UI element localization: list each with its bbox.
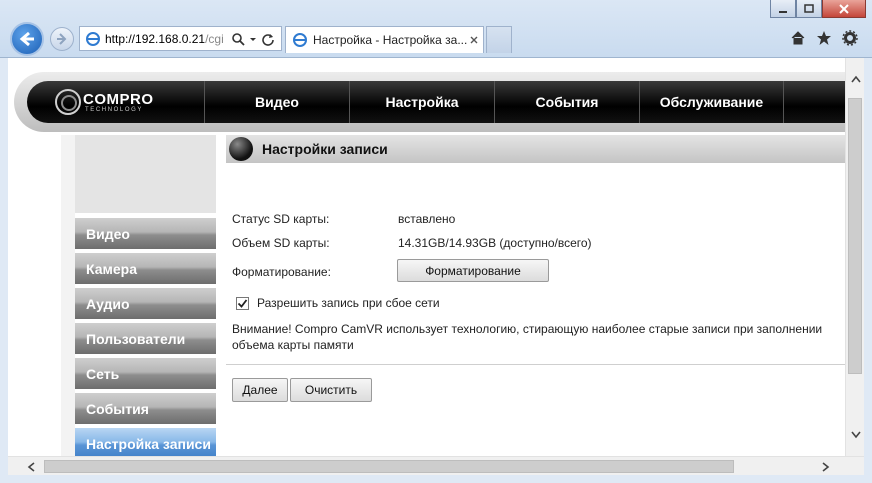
window-controls (770, 0, 866, 18)
logo-ring-icon (55, 89, 81, 115)
vertical-scroll-thumb[interactable] (848, 98, 862, 374)
minimize-icon (779, 10, 787, 13)
chevron-up-icon (850, 75, 861, 83)
ie-page-icon (293, 33, 307, 47)
refresh-icon[interactable] (261, 32, 275, 46)
home-icon[interactable] (790, 30, 806, 46)
minimize-button[interactable] (770, 0, 796, 18)
arrow-left-icon (19, 31, 34, 47)
menu-video[interactable]: Видео (204, 81, 349, 123)
scroll-up-button[interactable] (846, 70, 865, 88)
divider (226, 364, 845, 365)
maximize-icon (804, 3, 814, 13)
clear-button[interactable]: Очистить (290, 378, 372, 402)
back-button[interactable] (10, 22, 44, 56)
main-menu: Видео Настройка События Обслуживание (204, 81, 784, 123)
vertical-scrollbar[interactable] (845, 58, 864, 456)
dropdown-arrow-icon[interactable] (249, 32, 257, 46)
logo-name: COMPRO (83, 90, 154, 108)
sd-size-label: Объем SD карты: (232, 236, 330, 250)
address-bar[interactable]: http://192.168.0.21/cgi (79, 26, 282, 51)
network-fail-label: Разрешить запись при сбое сети (257, 296, 440, 310)
horizontal-scrollbar[interactable] (8, 456, 864, 475)
chevron-left-icon (27, 461, 35, 472)
close-window-button[interactable] (822, 0, 866, 18)
sd-size-value: 14.31GB/14.93GB (доступно/всего) (398, 236, 592, 250)
sidebar-item-camera[interactable]: Камера (75, 253, 216, 284)
tab-title: Настройка - Настройка за... (313, 33, 468, 47)
sd-status-value: вставлено (398, 212, 456, 226)
scroll-down-button[interactable] (846, 426, 865, 444)
browser-tab[interactable]: Настройка - Настройка за... (285, 26, 484, 53)
format-label: Форматирование: (232, 265, 331, 279)
section-ball-icon (229, 137, 253, 161)
scroll-right-button[interactable] (813, 457, 839, 476)
sidebar-edge (61, 135, 75, 456)
network-fail-option: Разрешить запись при сбое сети (236, 296, 440, 310)
forward-button[interactable] (50, 27, 74, 51)
next-button[interactable]: Далее (232, 378, 288, 402)
horizontal-scroll-thumb[interactable] (44, 460, 734, 473)
arrow-right-icon (57, 33, 67, 45)
menu-maintenance[interactable]: Обслуживание (639, 81, 784, 123)
sidebar-item-audio[interactable]: Аудио (75, 288, 216, 319)
maximize-button[interactable] (796, 0, 822, 18)
address-url[interactable]: http://192.168.0.21/cgi (105, 32, 227, 46)
new-tab-button[interactable] (486, 26, 512, 53)
sidebar-item-record-settings[interactable]: Настройка записи (75, 428, 216, 456)
chevron-down-icon (850, 431, 861, 439)
search-icon[interactable] (231, 32, 245, 46)
page-title: Настройки записи (262, 141, 388, 157)
checkmark-icon (237, 298, 248, 308)
format-button[interactable]: Форматирование (397, 259, 549, 282)
sidebar-item-users[interactable]: Пользователи (75, 323, 216, 354)
sidebar-item-events[interactable]: События (75, 393, 216, 424)
network-fail-checkbox[interactable] (236, 296, 249, 310)
top-banner: COMPRO TECHNOLOGY Видео Настройка Событи… (27, 81, 845, 123)
sidebar-item-network[interactable]: Сеть (75, 358, 216, 389)
close-icon (839, 3, 849, 14)
favorites-star-icon[interactable] (816, 30, 832, 46)
warning-note: Внимание! Compro CamVR использует технол… (232, 322, 823, 352)
compro-logo: COMPRO TECHNOLOGY (55, 87, 154, 117)
sidebar-item-video[interactable]: Видео (75, 218, 216, 249)
ie-page-icon (86, 31, 100, 46)
sidebar-header-panel (75, 135, 216, 213)
page-viewport: COMPRO TECHNOLOGY Видео Настройка Событи… (8, 58, 845, 456)
section-header: Настройки записи (226, 135, 845, 163)
scroll-left-button[interactable] (18, 457, 44, 476)
window-frame-bottom (0, 475, 872, 483)
settings-gear-icon[interactable] (842, 30, 858, 46)
browser-toolbar: http://192.168.0.21/cgi Настройка - Наст… (0, 0, 872, 58)
close-tab-icon[interactable] (469, 35, 479, 45)
chevron-right-icon (822, 461, 830, 472)
menu-settings[interactable]: Настройка (349, 81, 494, 123)
menu-events[interactable]: События (494, 81, 639, 123)
sd-status-label: Статус SD карты: (232, 212, 330, 226)
